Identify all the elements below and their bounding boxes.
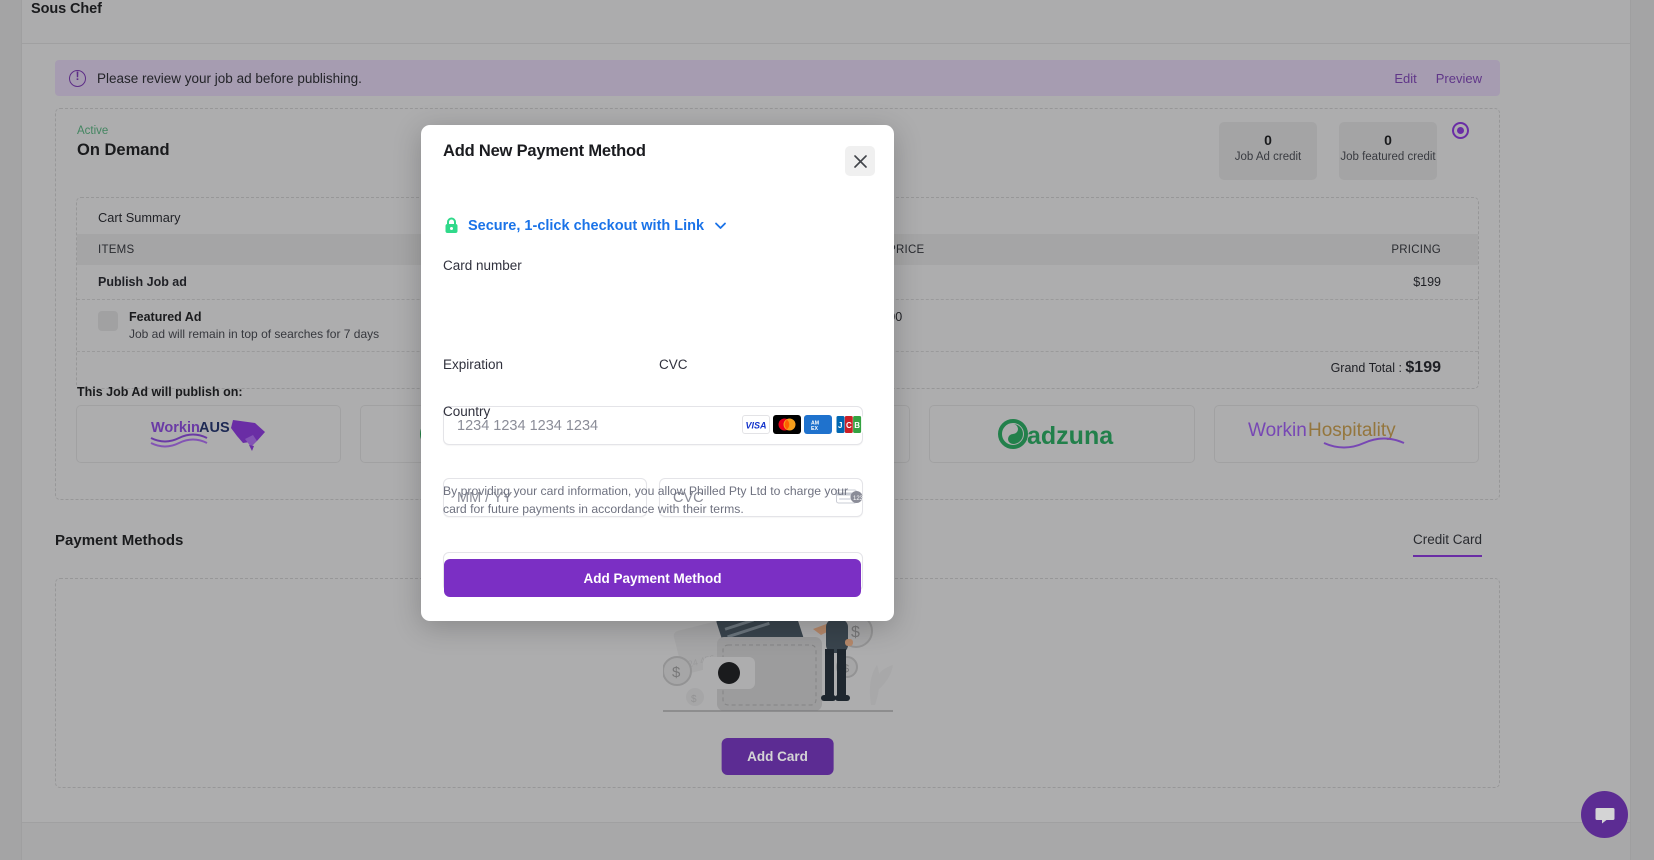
lock-icon — [444, 217, 459, 234]
terms-text: By providing your card information, you … — [443, 484, 849, 516]
mastercard-icon — [773, 415, 801, 434]
add-payment-method-button[interactable]: Add Payment Method — [444, 559, 861, 597]
card-brand-strip: VISA AM EX J C B — [742, 415, 863, 434]
country-label: Country — [443, 404, 491, 419]
visa-icon: VISA — [742, 415, 770, 434]
link-checkout-label: Secure, 1-click checkout with Link — [468, 217, 705, 234]
svg-text:123: 123 — [853, 496, 863, 502]
close-icon[interactable] — [845, 146, 875, 176]
svg-text:EX: EX — [811, 426, 818, 432]
svg-text:J: J — [838, 421, 842, 430]
close-x-glyph — [853, 154, 867, 168]
link-checkout-promo[interactable]: Secure, 1-click checkout with Link — [444, 217, 728, 234]
amex-icon: AM EX — [804, 415, 832, 434]
cvc-label: CVC — [659, 357, 688, 372]
expiration-label: Expiration — [443, 357, 504, 372]
svg-text:B: B — [854, 421, 860, 430]
chevron-down-icon[interactable] — [713, 218, 728, 233]
card-number-label: Card number — [443, 258, 522, 273]
modal-title: Add New Payment Method — [443, 142, 646, 160]
svg-text:VISA: VISA — [746, 421, 767, 431]
jcb-icon: J C B — [835, 415, 863, 434]
svg-text:C: C — [846, 421, 852, 430]
add-payment-method-modal: Add New Payment Method Secure, 1-click c… — [421, 125, 894, 621]
